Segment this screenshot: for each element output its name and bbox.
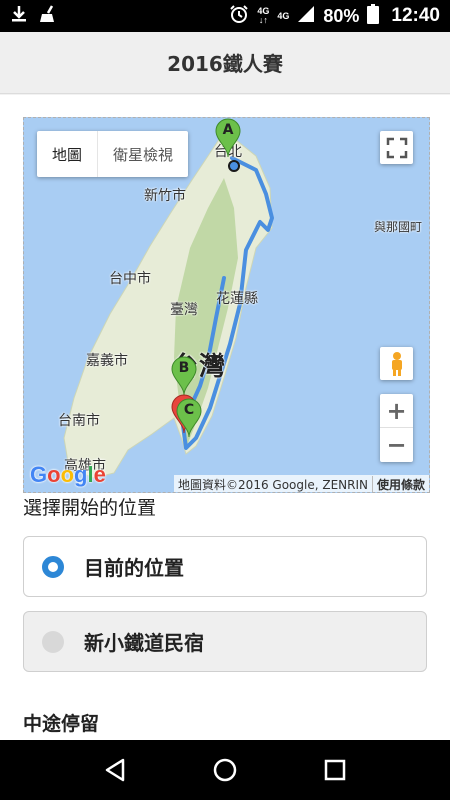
clock: 12:40 xyxy=(391,5,440,26)
back-triangle-icon xyxy=(105,758,125,782)
pegman-icon xyxy=(391,351,402,376)
status-bar: 4G ↓↑ 4G 80% 12:40 xyxy=(0,0,450,32)
map-label-taiwan-small: 臺灣 xyxy=(170,302,198,318)
zoom-in-button[interactable]: + xyxy=(380,394,413,428)
home-circle-icon xyxy=(213,758,237,782)
map-label-yonaguni: 與那國町 xyxy=(374,220,423,234)
map-type-satellite-button[interactable]: 衛星檢視 xyxy=(97,131,188,177)
street-view-pegman-button[interactable] xyxy=(380,347,413,380)
home-button[interactable] xyxy=(205,750,245,790)
google-logo[interactable]: Google xyxy=(30,462,106,488)
route-marker-a[interactable]: A xyxy=(215,118,241,158)
map-type-control[interactable]: 地圖 衛星檢視 xyxy=(37,131,189,177)
alarm-icon xyxy=(229,4,249,29)
map-label-hualien: 花蓮縣 xyxy=(216,291,258,307)
main-content: 地圖 衛星檢視 台北 新竹市 與那國町 台中市 臺灣 花蓮縣 嘉義市 台灣 台南… xyxy=(0,95,450,740)
start-option-current-location[interactable]: 目前的位置 xyxy=(23,536,427,597)
radio-unselected[interactable] xyxy=(42,630,64,653)
map-label-hsinchu: 新竹市 xyxy=(144,188,186,204)
network-indicator-1: 4G ↓↑ xyxy=(257,6,270,25)
broom-icon xyxy=(38,5,58,27)
map-label-tainan: 台南市 xyxy=(58,413,100,429)
system-nav-bar xyxy=(0,740,450,800)
terms-of-use-link[interactable]: 使用條款 xyxy=(371,475,429,492)
zoom-out-button[interactable]: − xyxy=(380,428,413,462)
zoom-control: + − xyxy=(380,394,413,462)
route-marker-c[interactable]: C xyxy=(176,398,202,438)
start-location-label: 選擇開始的位置 xyxy=(23,497,157,519)
map-label-chiayi: 嘉義市 xyxy=(86,353,128,369)
app-header: 2016鐵人賽 xyxy=(0,32,450,94)
radio-selected[interactable] xyxy=(42,555,64,578)
map-data-credit: 地圖資料©2016 Google, ZENRIN xyxy=(178,477,368,492)
route-marker-b[interactable]: B xyxy=(171,356,197,396)
network-indicator-2: 4G xyxy=(277,10,290,21)
fullscreen-icon xyxy=(386,137,407,158)
battery-percent: 80% xyxy=(323,5,360,26)
stopover-heading: 中途停留 xyxy=(23,713,100,735)
map-attribution: 地圖資料©2016 Google, ZENRIN 使用條款 xyxy=(174,475,429,492)
current-location-dot xyxy=(228,160,240,172)
recents-button[interactable] xyxy=(315,750,355,790)
option-label: 新小鐵道民宿 xyxy=(84,631,204,655)
map-label-taichung: 台中市 xyxy=(109,271,151,287)
recents-square-icon xyxy=(324,759,346,781)
back-button[interactable] xyxy=(95,750,135,790)
start-option-guesthouse[interactable]: 新小鐵道民宿 xyxy=(23,611,427,672)
signal-icon xyxy=(297,5,315,28)
fullscreen-button[interactable] xyxy=(380,131,413,164)
route-map[interactable]: 地圖 衛星檢視 台北 新竹市 與那國町 台中市 臺灣 花蓮縣 嘉義市 台灣 台南… xyxy=(23,117,430,493)
battery-icon xyxy=(367,3,380,29)
download-icon xyxy=(10,5,28,27)
map-type-map-button[interactable]: 地圖 xyxy=(37,131,97,177)
page-title: 2016鐵人賽 xyxy=(167,52,283,76)
option-label: 目前的位置 xyxy=(84,556,184,580)
